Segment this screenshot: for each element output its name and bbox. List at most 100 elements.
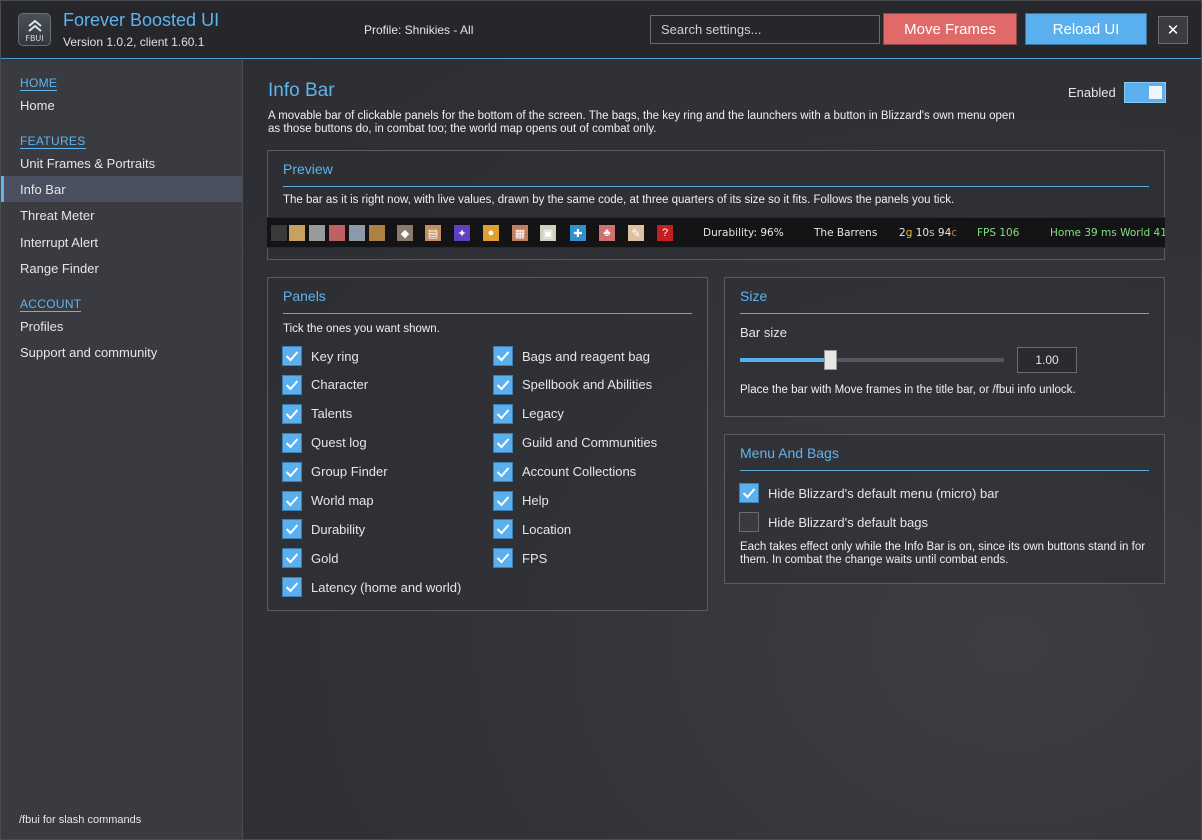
world-map-icon[interactable]: ▣ — [539, 224, 557, 242]
bar-size-value[interactable]: 1.00 — [1017, 347, 1077, 373]
talents-icon[interactable]: ✦ — [453, 224, 471, 242]
enabled-toggle[interactable] — [1124, 82, 1166, 103]
bag-icon[interactable] — [368, 224, 386, 242]
slider-thumb[interactable] — [823, 350, 837, 370]
nav-header-home: HOME — [20, 76, 58, 91]
durability-text[interactable]: Durability: 96% — [703, 227, 784, 239]
bag-icon[interactable] — [328, 224, 346, 242]
checkbox-gold[interactable]: Gold — [282, 548, 339, 569]
reload-ui-button[interactable]: Reload UI — [1025, 13, 1147, 45]
gold-text[interactable]: 2g 10s 94c — [899, 227, 957, 239]
location-text[interactable]: The Barrens — [814, 227, 877, 239]
checkbox-label: FPS — [522, 550, 548, 566]
checkbox-label: Talents — [311, 406, 353, 422]
search-input[interactable] — [650, 15, 880, 44]
size-title: Size — [740, 288, 768, 304]
bag-icon[interactable] — [348, 224, 366, 242]
bag-icon[interactable] — [288, 224, 306, 242]
key-ring-icon[interactable] — [270, 224, 288, 242]
checkbox-box[interactable] — [493, 374, 513, 395]
checkbox-box[interactable] — [493, 548, 513, 569]
slash-command-hint: /fbui for slash commands — [19, 814, 142, 826]
checkbox-account-collections[interactable]: Account Collections — [493, 461, 636, 482]
quest-log-icon[interactable]: ● — [482, 224, 500, 242]
help-icon[interactable]: ? — [656, 224, 674, 242]
check-icon — [496, 495, 510, 506]
latency-text[interactable]: Home 39 ms World 41 ms — [1050, 227, 1165, 239]
checkbox-box[interactable] — [493, 461, 513, 482]
check-icon — [285, 524, 299, 535]
checkbox-box[interactable] — [282, 519, 302, 540]
checkbox-label: Gold — [311, 550, 339, 566]
sidebar-item-interrupt-alert[interactable]: Interrupt Alert — [1, 229, 242, 255]
checkbox-hide-blizzard-s-default-bags[interactable]: Hide Blizzard's default bags — [739, 512, 928, 532]
checkbox-character[interactable]: Character — [282, 374, 368, 395]
checkbox-box[interactable] — [739, 512, 759, 532]
sidebar-item-threat-meter[interactable]: Threat Meter — [1, 202, 242, 228]
logo-text: FBUI — [25, 34, 44, 43]
bar-size-slider[interactable] — [740, 350, 1004, 370]
sidebar-item-home[interactable]: Home — [1, 92, 242, 118]
checkbox-box[interactable] — [282, 432, 302, 453]
checkbox-box[interactable] — [493, 519, 513, 540]
checkbox-box[interactable] — [282, 490, 302, 511]
bag-icon[interactable] — [308, 224, 326, 242]
sidebar-item-range-finder[interactable]: Range Finder — [1, 255, 242, 281]
checkbox-key-ring[interactable]: Key ring — [282, 346, 359, 366]
check-icon — [496, 351, 510, 362]
group-finder-icon[interactable]: ▦ — [511, 224, 529, 242]
size-panel: Size Bar size 1.00 Place the bar with Mo… — [724, 277, 1165, 417]
checkbox-location[interactable]: Location — [493, 519, 572, 540]
checkbox-label: Location — [522, 521, 572, 537]
title-bar[interactable]: FBUI Forever Boosted UI Version 1.0.2, c… — [1, 1, 1201, 59]
check-icon — [285, 380, 299, 391]
move-frames-button[interactable]: Move Frames — [883, 13, 1017, 45]
checkbox-hide-blizzard-s-default-menu-micro-bar[interactable]: Hide Blizzard's default menu (micro) bar — [739, 483, 999, 503]
close-button[interactable]: ✕ — [1158, 16, 1188, 44]
checkbox-legacy[interactable]: Legacy — [493, 403, 564, 424]
checkbox-group-finder[interactable]: Group Finder — [282, 461, 388, 482]
character-icon[interactable]: ◆ — [396, 224, 414, 242]
sidebar-item-info-bar[interactable]: Info Bar — [1, 176, 242, 202]
checkbox-talents[interactable]: Talents — [282, 403, 353, 424]
check-icon — [496, 553, 510, 564]
legacy-icon[interactable]: ✎ — [627, 224, 645, 242]
fps-text[interactable]: FPS 106 — [977, 227, 1019, 239]
checkbox-fps[interactable]: FPS — [493, 548, 548, 569]
checkbox-box[interactable] — [282, 374, 302, 395]
divider — [283, 186, 1149, 187]
collections-icon[interactable]: ✚ — [569, 224, 587, 242]
panels-panel: Panels Tick the ones you want shown. Key… — [267, 277, 708, 611]
checkbox-box[interactable] — [282, 548, 302, 569]
checkbox-help[interactable]: Help — [493, 490, 549, 511]
checkbox-guild-and-communities[interactable]: Guild and Communities — [493, 432, 657, 453]
checkbox-box[interactable] — [493, 403, 513, 424]
checkbox-bags-and-reagent-bag[interactable]: Bags and reagent bag — [493, 346, 650, 366]
checkbox-label: Spellbook and Abilities — [522, 377, 653, 393]
checkbox-box[interactable] — [282, 577, 302, 598]
checkbox-quest-log[interactable]: Quest log — [282, 432, 367, 453]
checkbox-spellbook-and-abilities[interactable]: Spellbook and Abilities — [493, 374, 653, 395]
checkbox-box[interactable] — [493, 490, 513, 511]
checkbox-box[interactable] — [493, 432, 513, 453]
checkbox-world-map[interactable]: World map — [282, 490, 374, 511]
checkbox-box[interactable] — [282, 403, 302, 424]
checkbox-box[interactable] — [493, 346, 513, 366]
checkbox-label: Hide Blizzard's default menu (micro) bar — [768, 485, 999, 501]
checkbox-durability[interactable]: Durability — [282, 519, 365, 540]
sidebar-item-support[interactable]: Support and community — [1, 339, 242, 365]
checkbox-latency-home-and-world[interactable]: Latency (home and world) — [282, 577, 461, 598]
preview-title: Preview — [283, 161, 333, 177]
checkbox-box[interactable] — [739, 483, 759, 503]
sidebar-item-profiles[interactable]: Profiles — [1, 313, 242, 339]
check-icon — [285, 438, 299, 449]
checkbox-box[interactable] — [282, 461, 302, 482]
profile-label: Profile: Shnikies - All — [364, 23, 474, 37]
checkbox-label: Bags and reagent bag — [522, 348, 650, 364]
checkbox-box[interactable] — [282, 346, 302, 366]
guild-icon[interactable]: ♣ — [598, 224, 616, 242]
close-icon: ✕ — [1166, 22, 1180, 39]
spellbook-icon[interactable]: ▤ — [424, 224, 442, 242]
sidebar-item-unit-frames[interactable]: Unit Frames & Portraits — [1, 150, 242, 176]
check-icon — [496, 524, 510, 535]
